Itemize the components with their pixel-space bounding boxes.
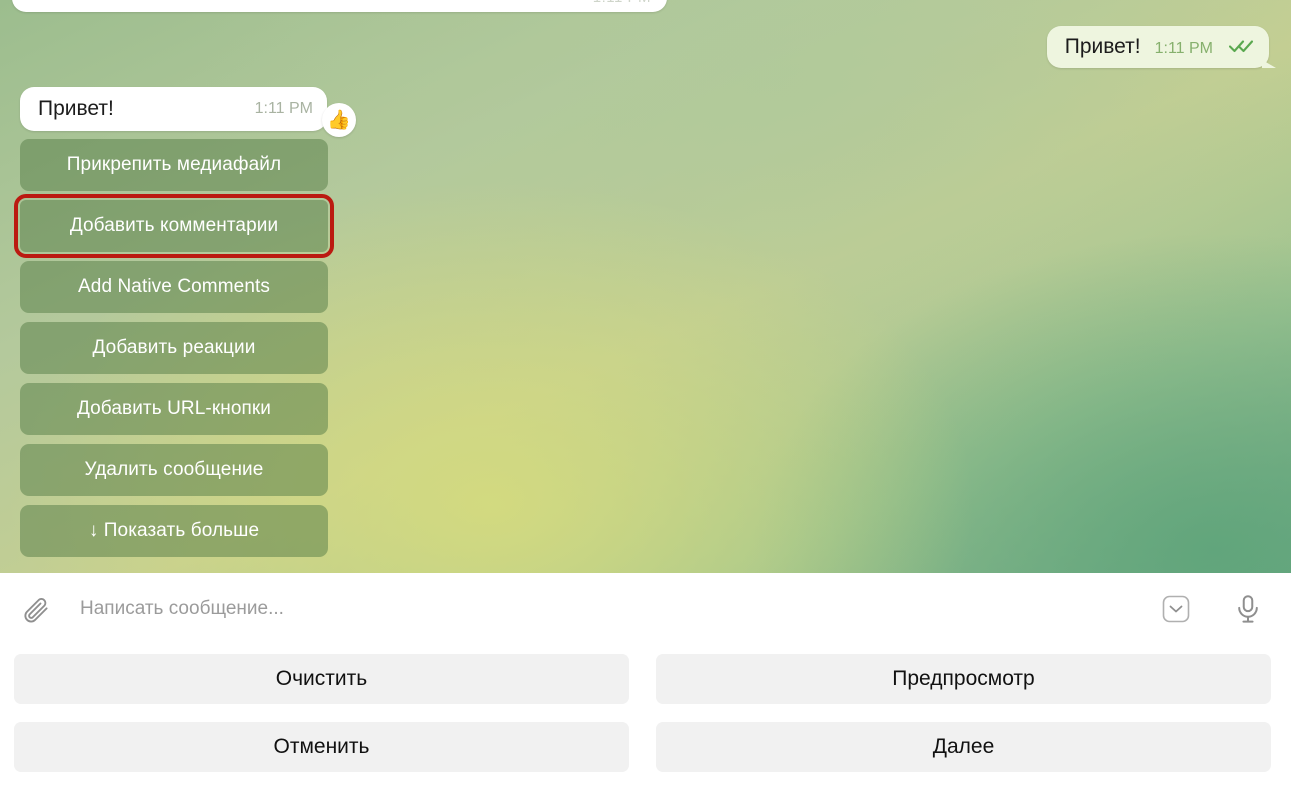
- incoming-message-time: 1:11 PM: [254, 100, 313, 117]
- clear-button[interactable]: Очистить: [14, 654, 629, 704]
- kb-button-add-reactions[interactable]: Добавить реакции: [20, 322, 328, 374]
- kb-button-show-more[interactable]: ↓ Показать больше: [20, 505, 328, 557]
- preview-button[interactable]: Предпросмотр: [656, 654, 1271, 704]
- double-check-icon: [1228, 39, 1255, 53]
- kb-button-delete-message[interactable]: Удалить сообщение: [20, 444, 328, 496]
- inline-keyboard: Прикрепить медиафайл Добавить комментари…: [14, 139, 334, 557]
- cancel-button[interactable]: Отменить: [14, 722, 629, 772]
- incoming-message-bubble[interactable]: Привет! 1:11 PM: [20, 87, 327, 131]
- microphone-icon[interactable]: [1229, 590, 1267, 628]
- thumbs-up-icon[interactable]: 👍: [322, 103, 356, 137]
- bottom-action-panel: Очистить Предпросмотр Отменить Далее: [0, 645, 1291, 788]
- chevron-down-box-icon[interactable]: [1157, 590, 1195, 628]
- message-input[interactable]: [54, 598, 1157, 620]
- outgoing-message-text: Привет!: [1064, 35, 1141, 58]
- chat-message-area: 1:11 PM Привет! 1:11 PM Привет! 1:11 PM …: [0, 0, 1291, 573]
- message-input-bar: [0, 573, 1291, 645]
- telegram-bot-editor-screen: 1:11 PM Привет! 1:11 PM Привет! 1:11 PM …: [0, 0, 1291, 788]
- outgoing-message-bubble[interactable]: Привет! 1:11 PM: [1046, 26, 1269, 68]
- incoming-message-text: Привет!: [38, 97, 114, 120]
- kb-button-add-native-comments[interactable]: Add Native Comments: [20, 261, 328, 313]
- message-time: 1:11 PM: [593, 0, 651, 6]
- next-button[interactable]: Далее: [656, 722, 1271, 772]
- kb-button-add-url-buttons[interactable]: Добавить URL-кнопки: [20, 383, 328, 435]
- paperclip-icon[interactable]: [18, 591, 54, 627]
- reaction-emoji: 👍: [327, 110, 351, 131]
- input-bar-actions: [1157, 590, 1267, 628]
- outgoing-message-time: 1:11 PM: [1154, 40, 1213, 57]
- kb-button-attach-media[interactable]: Прикрепить медиафайл: [20, 139, 328, 191]
- kb-button-add-comments[interactable]: Добавить комментарии: [14, 194, 334, 258]
- message-bubble-partial[interactable]: 1:11 PM: [12, 0, 667, 12]
